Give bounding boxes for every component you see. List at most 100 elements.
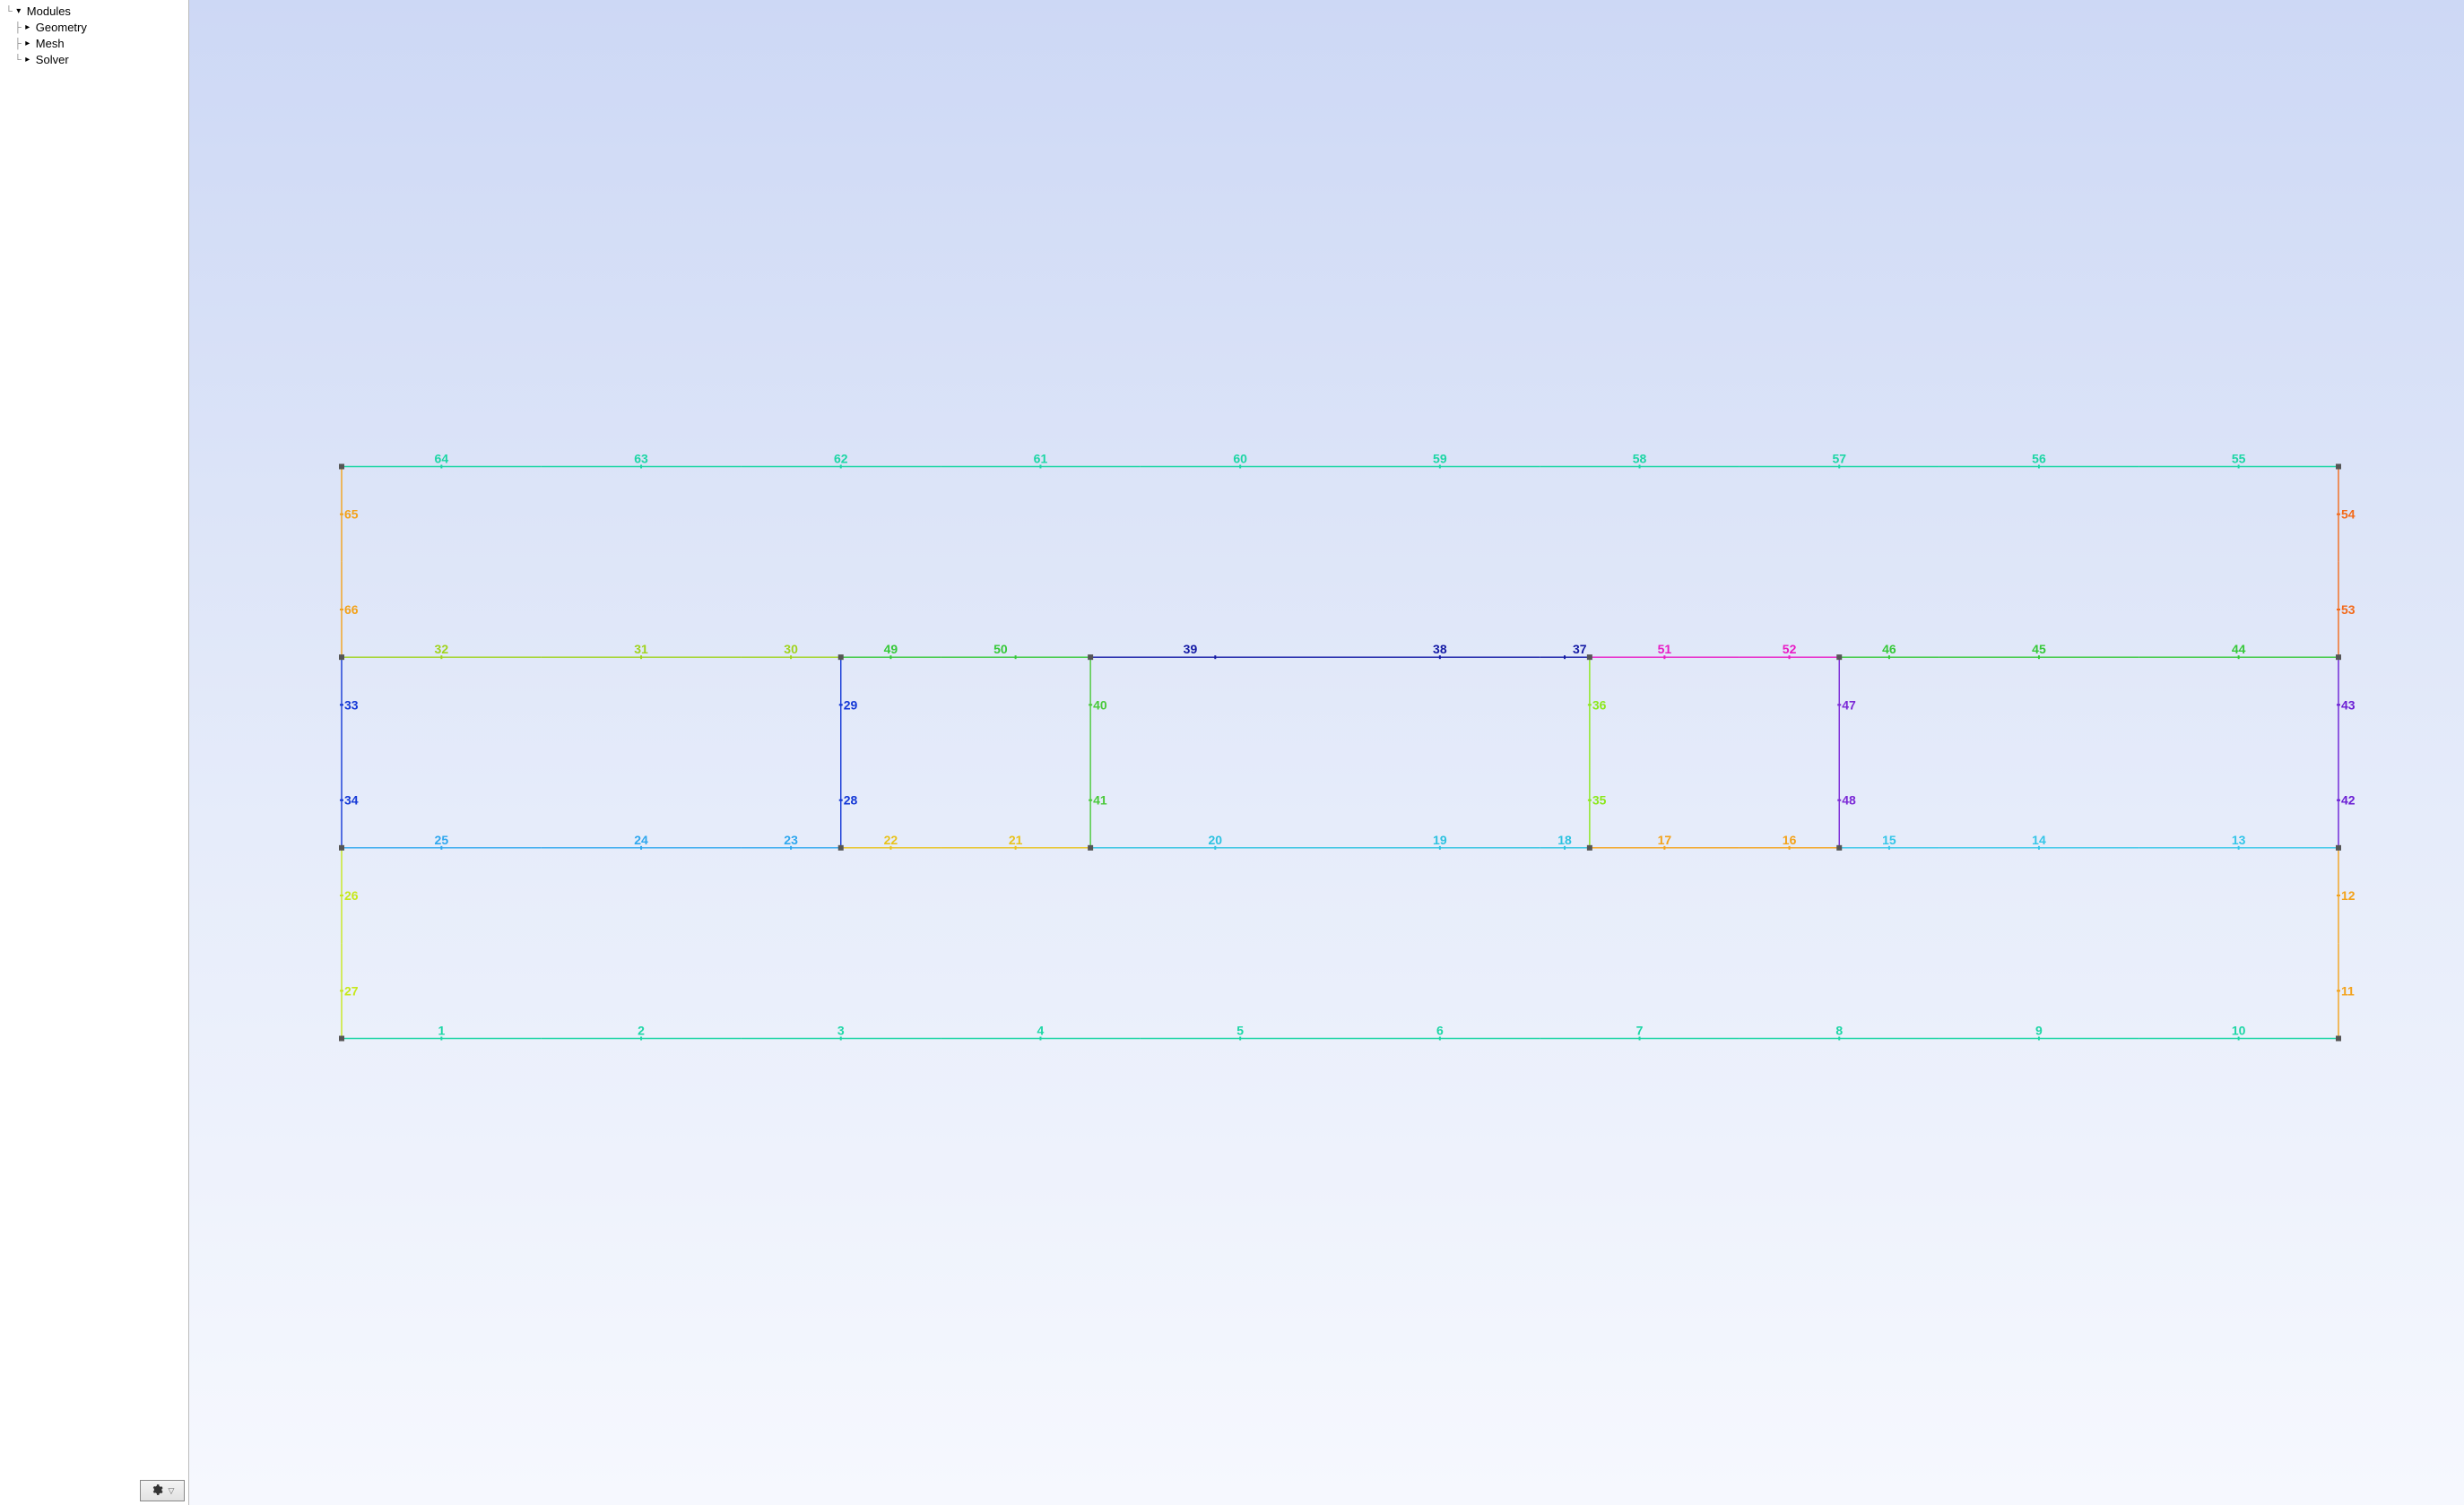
edge-label-64: 64 (435, 451, 449, 465)
edge-tick (1015, 655, 1017, 659)
tree-item-geometry[interactable]: ├ ▸ Geometry (5, 20, 183, 36)
tree-item-label: Geometry (34, 20, 87, 36)
edge-label-19: 19 (1433, 833, 1447, 847)
edge-label-65: 65 (344, 507, 359, 522)
node-0[interactable] (339, 1036, 344, 1042)
edge-tick (839, 800, 843, 801)
edge-label-49: 49 (884, 642, 898, 656)
node-2[interactable] (339, 845, 344, 851)
edge-label-42: 42 (2341, 793, 2356, 808)
settings-button[interactable]: ▽ (140, 1480, 185, 1501)
edge-tick (839, 704, 843, 705)
node-12[interactable] (1836, 654, 1842, 660)
edge-label-47: 47 (1842, 697, 1856, 712)
module-tree[interactable]: └ ▾ Modules ├ ▸ Geometry ├ ▸ Mesh └ ▸ So… (0, 0, 188, 1505)
geometry-scene[interactable]: 1234567891011121314151617181920212223242… (189, 0, 2464, 1505)
edge-tick (2337, 800, 2340, 801)
tree-item-mesh[interactable]: ├ ▸ Mesh (5, 36, 183, 52)
edge-tick (2337, 609, 2340, 610)
node-10[interactable] (1088, 654, 1093, 660)
edge-label-48: 48 (1842, 793, 1856, 808)
edge-label-44: 44 (2232, 642, 2246, 656)
edge-label-10: 10 (2232, 1024, 2246, 1038)
edge-tick (2337, 704, 2340, 705)
tree-item-label: Mesh (34, 36, 65, 52)
edge-tick (1588, 704, 1592, 705)
edge-label-43: 43 (2341, 697, 2356, 712)
edge-label-39: 39 (1184, 642, 1198, 656)
viewport-3d[interactable]: 1234567891011121314151617181920212223242… (189, 0, 2464, 1505)
edge-label-27: 27 (344, 983, 359, 998)
edge-label-26: 26 (344, 888, 359, 903)
edge-tick (340, 990, 343, 991)
edge-label-20: 20 (1209, 833, 1223, 847)
node-15[interactable] (2336, 463, 2341, 469)
edge-tick (340, 609, 343, 610)
edge-label-38: 38 (1433, 642, 1447, 656)
node-7[interactable] (2336, 845, 2341, 851)
edge-label-3: 3 (837, 1024, 845, 1038)
edge-label-1: 1 (438, 1024, 445, 1038)
edge-label-23: 23 (784, 833, 798, 847)
edge-tick (2337, 895, 2340, 896)
node-4[interactable] (1088, 845, 1093, 851)
gear-icon (151, 1483, 163, 1499)
node-13[interactable] (2336, 654, 2341, 660)
edge-label-13: 13 (2232, 833, 2246, 847)
edge-tick (2337, 514, 2340, 515)
edge-label-24: 24 (634, 833, 648, 847)
edge-label-11: 11 (2341, 983, 2355, 998)
tree-root-modules[interactable]: └ ▾ Modules (5, 4, 183, 20)
tree-item-label: Solver (34, 52, 69, 68)
edge-label-54: 54 (2341, 507, 2356, 522)
edge-label-32: 32 (435, 642, 449, 656)
triangle-right-icon[interactable]: ▸ (22, 20, 34, 36)
edge-label-37: 37 (1573, 642, 1587, 656)
edge-label-61: 61 (1034, 451, 1048, 465)
edge-label-66: 66 (344, 602, 359, 617)
edge-label-4: 4 (1037, 1024, 1045, 1038)
edge-tick (340, 800, 343, 801)
edge-label-40: 40 (1093, 697, 1107, 712)
node-8[interactable] (339, 654, 344, 660)
triangle-right-icon[interactable]: ▸ (22, 52, 34, 68)
edge-label-7: 7 (1636, 1024, 1644, 1038)
edge-tick (1564, 655, 1566, 659)
edge-label-34: 34 (344, 793, 359, 808)
edge-label-51: 51 (1658, 642, 1672, 656)
edge-label-55: 55 (2232, 451, 2246, 465)
node-11[interactable] (1587, 654, 1592, 660)
edge-label-58: 58 (1633, 451, 1647, 465)
edge-label-53: 53 (2341, 602, 2356, 617)
tree-branch-glyph: └ (5, 4, 13, 20)
edge-label-25: 25 (435, 833, 449, 847)
edge-label-56: 56 (2032, 451, 2046, 465)
node-1[interactable] (2336, 1036, 2341, 1042)
node-14[interactable] (339, 463, 344, 469)
edge-label-35: 35 (1592, 793, 1607, 808)
edge-label-14: 14 (2032, 833, 2046, 847)
edge-tick (2337, 990, 2340, 991)
sidebar: └ ▾ Modules ├ ▸ Geometry ├ ▸ Mesh └ ▸ So… (0, 0, 189, 1505)
triangle-down-icon[interactable]: ▾ (13, 4, 25, 20)
edge-label-28: 28 (844, 793, 858, 808)
edge-label-63: 63 (634, 451, 648, 465)
edge-label-52: 52 (1783, 642, 1797, 656)
node-3[interactable] (838, 845, 844, 851)
edge-tick (1837, 704, 1841, 705)
edge-tick (340, 895, 343, 896)
edge-label-30: 30 (784, 642, 798, 656)
edge-tick (340, 514, 343, 515)
edge-label-57: 57 (1832, 451, 1846, 465)
node-5[interactable] (1587, 845, 1592, 851)
node-9[interactable] (838, 654, 844, 660)
tree-item-solver[interactable]: └ ▸ Solver (5, 52, 183, 68)
triangle-down-icon: ▽ (169, 1486, 175, 1496)
edge-tick (1588, 800, 1592, 801)
edge-label-45: 45 (2032, 642, 2046, 656)
node-6[interactable] (1836, 845, 1842, 851)
edge-label-50: 50 (993, 642, 1008, 656)
edge-label-59: 59 (1433, 451, 1447, 465)
triangle-right-icon[interactable]: ▸ (22, 36, 34, 52)
edge-label-17: 17 (1658, 833, 1672, 847)
